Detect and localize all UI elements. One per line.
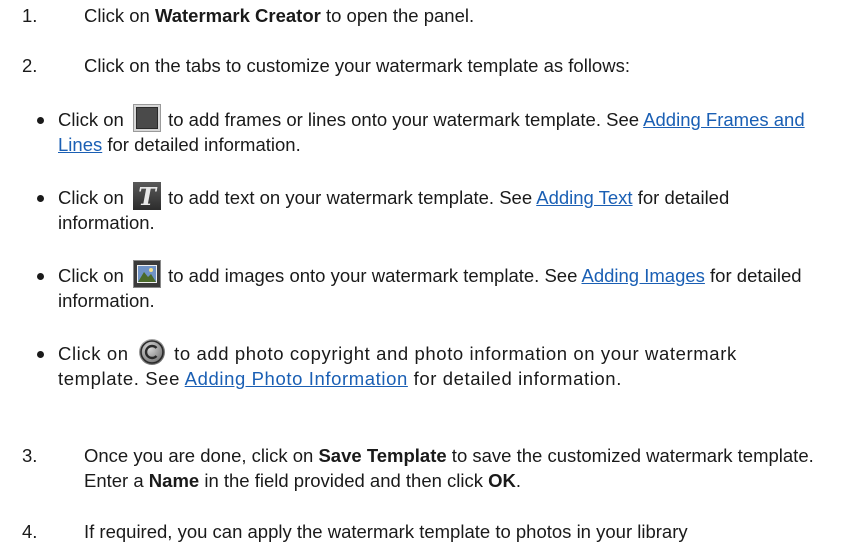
bullet-dot <box>37 351 44 358</box>
step-number: 3. <box>22 445 38 466</box>
bullet-pre: Click on <box>58 187 124 208</box>
link-adding-photo-information[interactable]: Adding Photo Information <box>185 368 408 389</box>
ok-label: OK <box>488 470 516 491</box>
image-icon <box>132 260 161 288</box>
link-adding-images[interactable]: Adding Images <box>581 265 704 286</box>
step-text-pre: Once you are done, click on <box>84 445 319 466</box>
bullet-text: Click on to add frames or lines onto you… <box>58 104 818 157</box>
step-text: Click on the tabs to customize your wate… <box>84 55 630 76</box>
bullet-text: Click on to add images onto your waterma… <box>58 260 818 313</box>
bullet-dot <box>37 273 44 280</box>
frame-icon <box>132 104 161 132</box>
step-text-post: to open the panel. <box>320 5 475 26</box>
bullet-pre: Click on <box>58 265 124 286</box>
watermark-creator-label: Watermark Creator <box>154 5 321 26</box>
text-t-icon: T <box>132 182 161 210</box>
bullet-pre: Click on <box>58 109 124 130</box>
step-text-mid: in the field provided and then click <box>199 470 489 491</box>
bullet-dot <box>37 117 44 124</box>
bullet-text: Click on to add photo copyright and phot… <box>58 338 818 391</box>
step-number: 4. <box>22 521 38 542</box>
link-adding-text[interactable]: Adding Text <box>536 187 632 208</box>
bullet-mid: to add frames or lines onto your waterma… <box>162 109 644 130</box>
step-number: 2. <box>22 55 38 76</box>
step-text-post: . <box>515 470 522 491</box>
copyright-icon <box>139 339 166 365</box>
save-template-label: Save Template <box>318 445 447 466</box>
bullet-post: for detailed information. <box>102 134 301 155</box>
bullet-post: for detailed information. <box>407 368 622 389</box>
step-text: Once you are done, click on Save Templat… <box>84 443 826 493</box>
bullet-mid: to add images onto your watermark templa… <box>162 265 582 286</box>
step-text: Click on Watermark Creator to open the p… <box>84 3 826 28</box>
bullet-dot <box>37 195 44 202</box>
svg-text:T: T <box>138 182 158 210</box>
step-text: If required, you can apply the watermark… <box>84 521 688 542</box>
bullet-mid: to add text on your watermark template. … <box>162 187 537 208</box>
bullet-text: Click on T to add text on your watermark… <box>58 182 818 235</box>
bullet-pre: Click on <box>58 343 129 364</box>
name-label: Name <box>148 470 200 491</box>
step-number: 1. <box>22 5 38 26</box>
step-text-pre: Click on <box>84 5 155 26</box>
